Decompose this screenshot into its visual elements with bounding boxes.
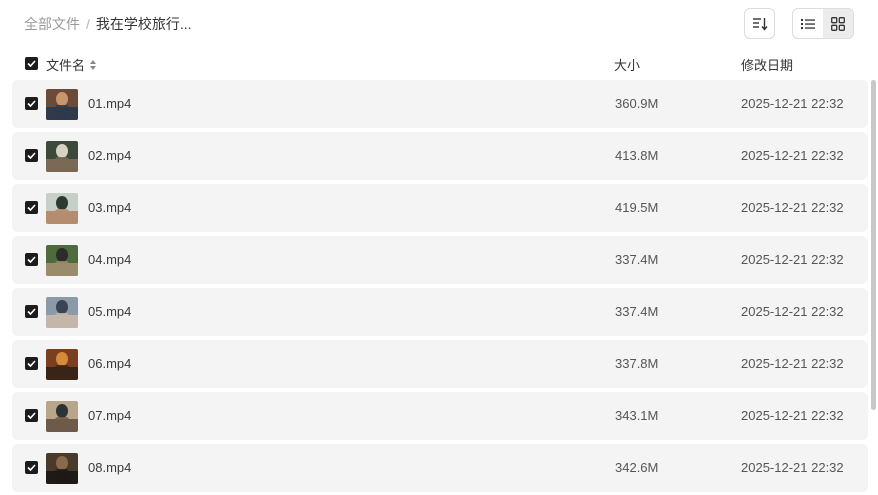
grid-view-button[interactable]	[823, 9, 853, 38]
table-row[interactable]: 02.mp4 413.8M 2025-12-21 22:32	[12, 132, 868, 180]
column-header-date[interactable]: 修改日期	[741, 55, 793, 74]
table-row[interactable]: 03.mp4 419.5M 2025-12-21 22:32	[12, 184, 868, 232]
table-row[interactable]: 01.mp4 360.9M 2025-12-21 22:32	[12, 80, 868, 128]
file-modified-date: 2025-12-21 22:32	[741, 252, 844, 267]
video-thumbnail	[46, 453, 78, 484]
file-size: 337.8M	[615, 356, 659, 371]
video-thumbnail	[46, 401, 78, 432]
checkmark-icon	[27, 204, 36, 211]
checkmark-icon	[27, 256, 36, 263]
top-bar: 全部文件 / 我在学校旅行...	[0, 0, 878, 46]
sort-button[interactable]	[744, 8, 775, 39]
file-size: 342.6M	[615, 460, 659, 475]
file-size: 337.4M	[615, 304, 659, 319]
grid-view-icon	[831, 16, 845, 31]
file-name[interactable]: 04.mp4	[88, 252, 131, 267]
breadcrumb-current-folder: 我在学校旅行...	[95, 16, 192, 32]
file-name[interactable]: 06.mp4	[88, 356, 131, 371]
row-checkbox[interactable]	[25, 305, 38, 318]
row-checkbox[interactable]	[25, 97, 38, 110]
file-name[interactable]: 08.mp4	[88, 460, 131, 475]
file-modified-date: 2025-12-21 22:32	[741, 96, 844, 111]
file-modified-date: 2025-12-21 22:32	[741, 148, 844, 163]
sort-descending-icon	[752, 17, 768, 31]
checkmark-icon	[27, 464, 36, 471]
checkmark-icon	[27, 152, 36, 159]
file-name[interactable]: 02.mp4	[88, 148, 131, 163]
row-checkbox[interactable]	[25, 409, 38, 422]
table-row[interactable]: 06.mp4 337.8M 2025-12-21 22:32	[12, 340, 868, 388]
file-name[interactable]: 05.mp4	[88, 304, 131, 319]
sort-toggle-icon	[90, 59, 97, 70]
breadcrumb: 全部文件 / 我在学校旅行...	[24, 14, 192, 34]
video-thumbnail	[46, 297, 78, 328]
video-thumbnail	[46, 245, 78, 276]
video-thumbnail	[46, 89, 78, 120]
file-browser: 全部文件 / 我在学校旅行... 文件名 大小 修改日期 01.mp4 360.…	[0, 0, 878, 495]
file-size: 413.8M	[615, 148, 659, 163]
file-list: 01.mp4 360.9M 2025-12-21 22:32 02.mp4 413.8M…	[12, 80, 868, 495]
table-row[interactable]: 04.mp4 337.4M 2025-12-21 22:32	[12, 236, 868, 284]
checkmark-icon	[27, 308, 36, 315]
row-checkbox[interactable]	[25, 253, 38, 266]
checkmark-icon	[27, 100, 36, 107]
file-modified-date: 2025-12-21 22:32	[741, 408, 844, 423]
table-row[interactable]: 05.mp4 337.4M 2025-12-21 22:32	[12, 288, 868, 336]
file-modified-date: 2025-12-21 22:32	[741, 304, 844, 319]
file-modified-date: 2025-12-21 22:32	[741, 460, 844, 475]
file-size: 419.5M	[615, 200, 659, 215]
file-modified-date: 2025-12-21 22:32	[741, 200, 844, 215]
table-header: 文件名 大小 修改日期	[0, 52, 878, 76]
file-modified-date: 2025-12-21 22:32	[741, 356, 844, 371]
file-size: 337.4M	[615, 252, 659, 267]
table-row[interactable]: 07.mp4 343.1M 2025-12-21 22:32	[12, 392, 868, 440]
breadcrumb-root-link[interactable]: 全部文件	[24, 16, 80, 32]
checkmark-icon	[27, 360, 36, 367]
checkmark-icon	[27, 60, 36, 67]
row-checkbox[interactable]	[25, 357, 38, 370]
scrollbar[interactable]	[871, 80, 876, 410]
row-checkbox[interactable]	[25, 461, 38, 474]
video-thumbnail	[46, 349, 78, 380]
file-name[interactable]: 03.mp4	[88, 200, 131, 215]
checkmark-icon	[27, 412, 36, 419]
table-row[interactable]: 08.mp4 342.6M 2025-12-21 22:32	[12, 444, 868, 492]
video-thumbnail	[46, 141, 78, 172]
file-size: 343.1M	[615, 408, 659, 423]
select-all-checkbox[interactable]	[25, 57, 38, 70]
view-toggle-group	[792, 8, 854, 39]
file-name[interactable]: 07.mp4	[88, 408, 131, 423]
file-size: 360.9M	[615, 96, 659, 111]
breadcrumb-separator: /	[86, 16, 90, 32]
list-view-button[interactable]	[793, 9, 823, 38]
file-name[interactable]: 01.mp4	[88, 96, 131, 111]
video-thumbnail	[46, 193, 78, 224]
row-checkbox[interactable]	[25, 149, 38, 162]
column-header-name-label: 文件名	[46, 58, 86, 73]
column-header-name[interactable]: 文件名	[46, 55, 97, 74]
row-checkbox[interactable]	[25, 201, 38, 214]
list-view-icon	[801, 18, 815, 29]
column-header-size[interactable]: 大小	[614, 55, 640, 74]
